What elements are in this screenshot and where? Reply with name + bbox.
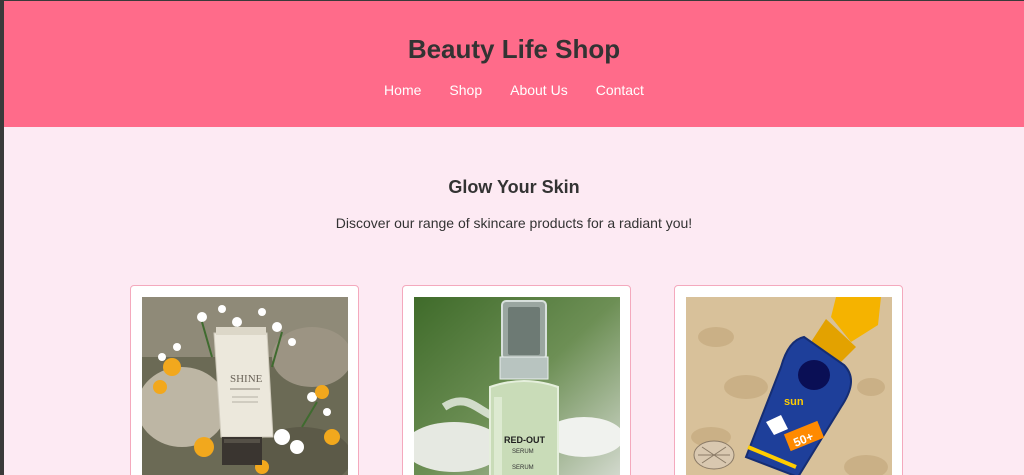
serum-bottle-photo: RED-OUT SERUM SERUM <box>414 297 620 475</box>
hero-title: Glow Your Skin <box>448 177 580 197</box>
nav-about-us[interactable]: About Us <box>510 82 568 98</box>
site-header: Beauty Life Shop Home Shop About Us Cont… <box>4 1 1024 127</box>
nav-contact[interactable]: Contact <box>596 82 644 98</box>
product-image-cream-tube[interactable]: SHINE <box>142 297 348 475</box>
product-card[interactable]: SHINE <box>130 285 359 475</box>
svg-text:sun: sun <box>784 396 804 408</box>
hero-subtitle: Discover our range of skincare products … <box>335 215 693 231</box>
product-image-sunscreen-bottle[interactable]: sun 50+ <box>686 297 892 475</box>
svg-text:SHINE: SHINE <box>230 373 263 385</box>
product-card[interactable]: RED-OUT SERUM SERUM <box>402 285 631 475</box>
cream-tube-photo: SHINE <box>142 297 348 475</box>
svg-text:RED-OUT: RED-OUT <box>504 435 545 445</box>
sunscreen-bottle-photo: sun 50+ <box>686 297 892 475</box>
nav-home[interactable]: Home <box>384 82 421 98</box>
product-image-serum-bottle[interactable]: RED-OUT SERUM SERUM <box>414 297 620 475</box>
page-viewport: Beauty Life Shop Home Shop About Us Cont… <box>4 1 1024 475</box>
product-card[interactable]: sun 50+ <box>674 285 903 475</box>
nav-shop[interactable]: Shop <box>449 82 482 98</box>
svg-text:SERUM: SERUM <box>512 449 534 455</box>
main-nav: Home Shop About Us Contact <box>4 82 1024 98</box>
svg-text:SERUM: SERUM <box>512 465 534 471</box>
site-title: Beauty Life Shop <box>407 34 621 64</box>
